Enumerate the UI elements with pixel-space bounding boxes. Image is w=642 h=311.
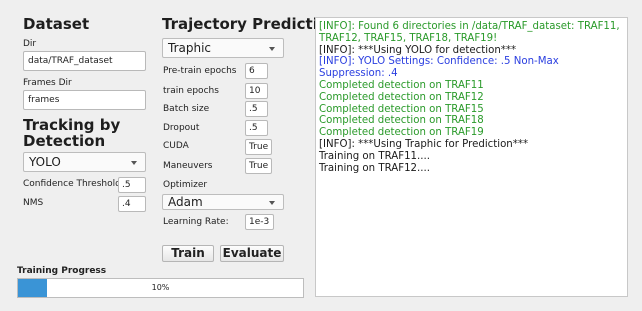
batch-size-input[interactable]: .5 — [245, 101, 268, 117]
log-line: [INFO]: ***Using YOLO for detection*** — [319, 44, 517, 56]
pretrain-epochs-input[interactable]: 6 — [245, 63, 268, 79]
optimizer-label: Optimizer — [163, 180, 208, 190]
frames-dir-label: Frames Dir — [23, 78, 72, 88]
chevron-down-icon — [269, 47, 275, 51]
confidence-input[interactable]: .5 — [118, 177, 146, 193]
model-value: Traphic — [168, 41, 212, 55]
log-line: [INFO]: ***Using Traphic for Prediction*… — [319, 138, 529, 150]
batch-size-label: Batch size — [163, 104, 210, 114]
maneuvers-label: Maneuvers — [163, 161, 213, 171]
optimizer-value: Adam — [168, 195, 203, 209]
evaluate-button[interactable]: Evaluate — [220, 245, 284, 262]
chevron-down-icon — [269, 201, 275, 205]
learning-rate-label: Learning Rate: — [163, 217, 229, 227]
log-line: Completed detection on TRAF18 — [319, 115, 484, 127]
dropout-input[interactable]: .5 — [245, 120, 268, 136]
cuda-input[interactable]: True — [245, 139, 272, 155]
maneuvers-input[interactable]: True — [245, 158, 272, 174]
log-line: Completed detection on TRAF15 — [319, 103, 484, 115]
log-line: Completed detection on TRAF12 — [319, 91, 484, 103]
log-line: Completed detection on TRAF19 — [319, 127, 484, 139]
log-line: Training on TRAF11.... — [319, 150, 430, 162]
train-epochs-input[interactable]: 10 — [245, 83, 268, 99]
pretrain-epochs-label: Pre-train epochs — [163, 66, 237, 76]
training-progress-label: Training Progress — [17, 266, 107, 276]
training-progress-bar: 10% — [17, 278, 304, 298]
detector-select[interactable]: YOLO — [23, 152, 146, 172]
dir-input[interactable]: data/TRAF_dataset — [23, 51, 146, 71]
train-epochs-label: train epochs — [163, 86, 219, 96]
dir-label: Dir — [23, 39, 37, 49]
log-console[interactable]: [INFO]: Found 6 directories in /data/TRA… — [315, 17, 628, 297]
confidence-label: Confidence Threshold — [23, 179, 121, 189]
log-line: Completed detection on TRAF11 — [319, 79, 484, 91]
log-line: [INFO]: YOLO Settings: Confidence: .5 No… — [319, 56, 563, 80]
model-select[interactable]: Traphic — [162, 38, 284, 58]
trajectory-heading: Trajectory Prediction — [162, 15, 339, 33]
optimizer-select[interactable]: Adam — [162, 194, 284, 210]
chevron-down-icon — [131, 161, 137, 165]
dataset-heading: Dataset — [23, 15, 90, 33]
nms-input[interactable]: .4 — [118, 196, 146, 212]
train-button[interactable]: Train — [162, 245, 214, 262]
detector-value: YOLO — [29, 155, 61, 169]
frames-dir-input[interactable]: frames — [23, 90, 146, 110]
progress-text: 10% — [151, 283, 170, 292]
log-line: Training on TRAF12.... — [319, 162, 430, 174]
nms-label: NMS — [23, 198, 44, 208]
cuda-label: CUDA — [163, 141, 189, 151]
learning-rate-input[interactable]: 1e-3 — [245, 214, 274, 230]
log-line: [INFO]: Found 6 directories in /data/TRA… — [319, 21, 623, 44]
dropout-label: Dropout — [163, 123, 200, 133]
tracking-heading: Tracking by Detection — [23, 116, 121, 150]
